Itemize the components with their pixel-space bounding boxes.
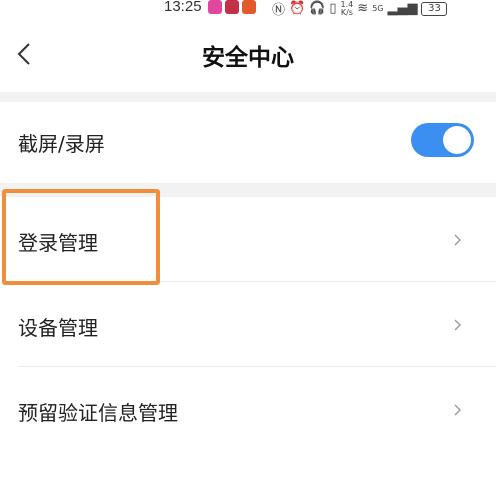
app-notification-icon — [208, 0, 222, 14]
battery-icon: 33 — [421, 1, 448, 16]
status-icons: Ⓝ ⏰ 🎧 ▯ 1.4 K/s ≋ 5G ▂▄▆ 33 — [272, 0, 448, 18]
app-notification-icon — [242, 0, 256, 14]
section-separator — [0, 92, 496, 102]
setting-row-screenshot-record: 截屏/录屏 — [0, 102, 496, 183]
chevron-right-icon — [454, 319, 461, 331]
network-speed: 1.4 K/s — [340, 0, 354, 17]
header: 安全中心 — [0, 18, 496, 92]
chevron-right-icon — [454, 404, 461, 416]
signal-icon: ▂▄▆ — [387, 1, 418, 16]
network-type: 5G — [372, 4, 384, 13]
page-title: 安全中心 — [202, 45, 294, 71]
wifi-icon: ≋ — [357, 1, 369, 16]
status-app-icons — [208, 0, 256, 14]
setting-row-verification-info[interactable]: 预留验证信息管理 — [0, 367, 496, 452]
status-time: 13:25 — [164, 0, 202, 15]
toggle-knob — [443, 126, 471, 154]
setting-row-device-management[interactable]: 设备管理 — [0, 282, 496, 367]
nfc-icon: Ⓝ — [272, 3, 286, 18]
alarm-icon: ⏰ — [289, 1, 306, 16]
vibrate-icon: ▯ — [329, 1, 337, 16]
setting-label: 设备管理 — [18, 316, 98, 340]
setting-label: 预留验证信息管理 — [18, 401, 178, 425]
highlight-annotation-box — [2, 189, 160, 285]
headphones-icon: 🎧 — [309, 1, 326, 16]
status-bar: 13:25 Ⓝ ⏰ 🎧 ▯ 1.4 K/s ≋ 5G ▂▄▆ 33 — [0, 0, 496, 18]
screenshot-record-toggle[interactable] — [411, 123, 474, 157]
bottom-area — [0, 452, 496, 478]
app-notification-icon — [225, 0, 239, 14]
chevron-right-icon — [454, 234, 461, 246]
setting-label: 截屏/录屏 — [18, 132, 105, 156]
